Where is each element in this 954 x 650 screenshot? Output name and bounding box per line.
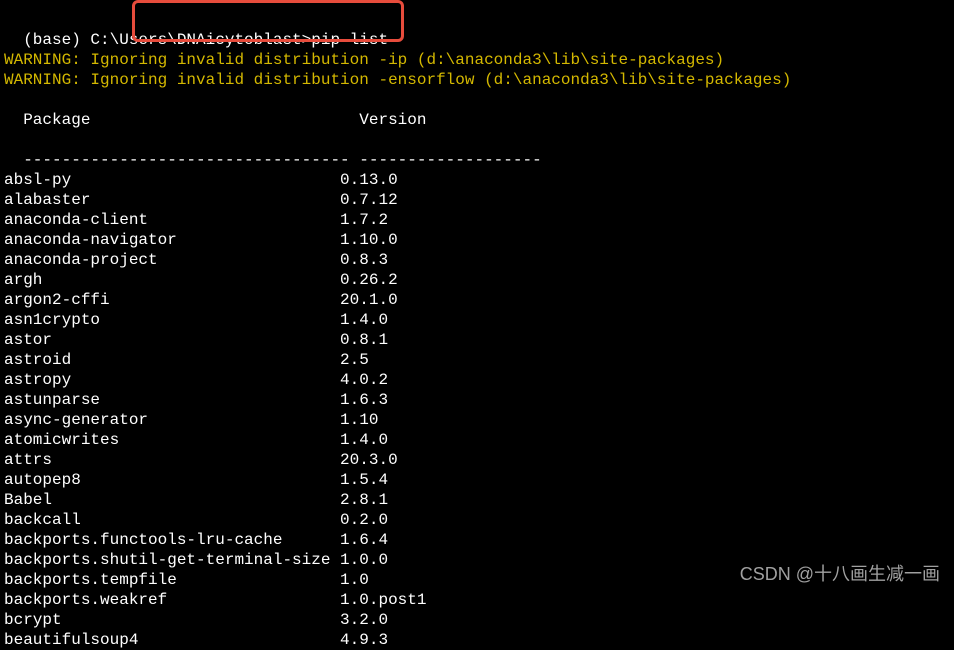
table-row: anaconda-navigator 1.10.0 [4,230,950,250]
table-row: anaconda-client 1.7.2 [4,210,950,230]
table-row: backports.functools-lru-cache 1.6.4 [4,530,950,550]
table-row: anaconda-project 0.8.3 [4,250,950,270]
table-divider: ---------------------------------- -----… [4,130,950,170]
watermark-text: CSDN @十八画生减一画 [740,564,940,584]
table-row: autopep8 1.5.4 [4,470,950,490]
table-row: absl-py 0.13.0 [4,170,950,190]
command-prompt-line: (base) C:\Users\DNAicytoblast>pip list [4,10,950,50]
table-header: Package Version [4,90,950,130]
table-row: asn1crypto 1.4.0 [4,310,950,330]
warning-line: WARNING: Ignoring invalid distribution -… [4,70,950,90]
table-row: astunparse 1.6.3 [4,390,950,410]
table-row: bcrypt 3.2.0 [4,610,950,630]
table-row: async-generator 1.10 [4,410,950,430]
table-row: astor 0.8.1 [4,330,950,350]
table-row: atomicwrites 1.4.0 [4,430,950,450]
table-row: backports.weakref 1.0.post1 [4,590,950,610]
table-row: Babel 2.8.1 [4,490,950,510]
table-row: attrs 20.3.0 [4,450,950,470]
header-package: Package Version [23,111,426,129]
divider-line: ---------------------------------- -----… [23,151,541,169]
table-row: astropy 4.0.2 [4,370,950,390]
table-row: astroid 2.5 [4,350,950,370]
warning-line: WARNING: Ignoring invalid distribution -… [4,50,950,70]
table-row: alabaster 0.7.12 [4,190,950,210]
table-row: beautifulsoup4 4.9.3 [4,630,950,650]
prompt-text: (base) C:\Users\DNAicytoblast>pip list [23,31,388,49]
warnings-block: WARNING: Ignoring invalid distribution -… [4,50,950,90]
table-row: backcall 0.2.0 [4,510,950,530]
table-row: argh 0.26.2 [4,270,950,290]
csdn-watermark: CSDN @十八画生减一画 [740,563,940,586]
table-row: argon2-cffi 20.1.0 [4,290,950,310]
